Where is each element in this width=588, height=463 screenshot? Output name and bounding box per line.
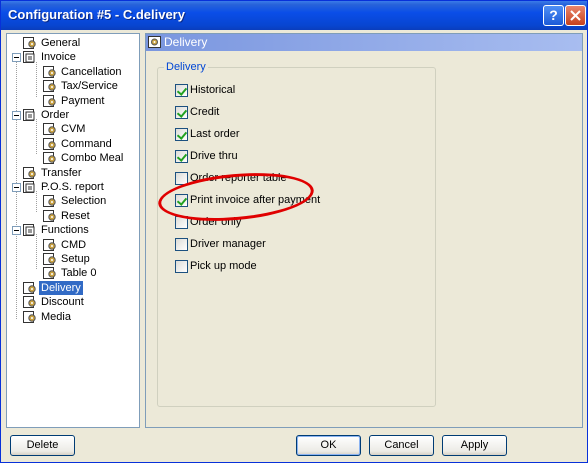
gear-page-icon [43, 267, 57, 280]
tree-item-label: Transfer [41, 166, 82, 179]
gear-page-icon [43, 152, 57, 165]
panel-header: Delivery [146, 34, 582, 51]
checkbox[interactable] [175, 216, 188, 229]
apply-button[interactable]: Apply [442, 435, 507, 456]
checkbox-label: Driver manager [190, 238, 266, 250]
tree-collapse-toggle[interactable] [12, 183, 21, 192]
gear-page-icon [43, 94, 57, 107]
tree-item-label: Combo Meal [61, 152, 124, 165]
checkbox-label: Order only [190, 216, 242, 228]
tree-item-label: Order [41, 109, 70, 121]
gear-page-icon [148, 36, 161, 51]
gear-page-icon [43, 80, 57, 93]
folder-page-icon [23, 109, 37, 121]
checkbox-label: Drive thru [190, 150, 238, 162]
tree-item-label: Functions [41, 224, 89, 237]
checkbox[interactable] [175, 84, 188, 97]
checkbox-label: Last order [190, 128, 240, 140]
tree-item-label: CMD [61, 238, 87, 251]
checkbox-label: Historical [190, 84, 236, 96]
gear-page-icon [23, 310, 37, 323]
gear-page-icon [43, 123, 57, 136]
title-bar[interactable]: Configuration #5 - C.delivery ? [1, 1, 587, 30]
tree-item-label: Reset [61, 209, 90, 222]
window-title: Configuration #5 - C.delivery [8, 7, 185, 22]
tree-item-label: Tax/Service [61, 80, 118, 93]
settings-panel: Delivery Delivery Historical Credit Last o… [145, 33, 583, 428]
tree-item-label: General [41, 37, 81, 49]
configuration-dialog: Configuration #5 - C.delivery ? General I… [0, 0, 588, 463]
tree-connector [36, 119, 37, 154]
tree-item-label: Selection [61, 195, 107, 208]
checkbox[interactable] [175, 172, 188, 185]
tree-connector [36, 191, 37, 212]
close-icon [570, 10, 581, 21]
gear-page-icon [23, 166, 37, 179]
gear-page-icon [43, 209, 57, 222]
checkbox[interactable] [175, 106, 188, 119]
tree-collapse-toggle[interactable] [12, 111, 21, 120]
tree-item-label: CVM [61, 123, 86, 136]
tree-collapse-toggle[interactable] [12, 53, 21, 63]
folder-page-icon [23, 51, 37, 64]
tree-item-label: Invoice [41, 51, 76, 64]
panel-title: Delivery [164, 35, 208, 49]
ok-button[interactable]: OK [296, 435, 361, 456]
tree-collapse-toggle[interactable] [12, 226, 21, 236]
checkbox[interactable] [175, 194, 188, 207]
tree-item-label: Delivery [39, 280, 83, 295]
gear-page-icon [43, 253, 57, 265]
folder-page-icon [23, 181, 37, 193]
tree-item-label: Cancellation [61, 65, 122, 78]
tree-item-label: Table 0 [61, 267, 97, 280]
gear-page-icon [43, 195, 57, 208]
tree-item-label: Command [61, 137, 112, 150]
checkbox-label: Pick up mode [190, 260, 257, 272]
tree-connector [36, 62, 37, 97]
gear-page-icon [23, 296, 37, 309]
checkbox[interactable] [175, 260, 188, 273]
navigation-tree[interactable]: General Invoice Cancellation Tax/Service Pay… [6, 33, 140, 428]
tree-item-label: Setup [61, 253, 90, 265]
tree-item-label: P.O.S. report [41, 181, 104, 193]
tree-item-label: Payment [61, 94, 105, 107]
checkbox-label: Print invoice after payment [190, 194, 321, 206]
checkbox[interactable] [175, 128, 188, 141]
tree-item-label: Media [41, 310, 71, 323]
checkbox-label: Credit [190, 106, 220, 118]
groupbox-label: Delivery [164, 61, 208, 73]
folder-page-icon [23, 224, 37, 237]
gear-page-icon [43, 137, 57, 150]
checkbox[interactable] [175, 238, 188, 251]
checkbox-label: Order reporter table [190, 172, 287, 184]
close-button[interactable] [565, 5, 586, 26]
gear-page-icon [23, 281, 37, 294]
tree-connector [36, 234, 37, 269]
cancel-button[interactable]: Cancel [369, 435, 434, 456]
gear-page-icon [23, 37, 37, 49]
checkbox[interactable] [175, 150, 188, 163]
help-button[interactable]: ? [543, 5, 564, 26]
tree-item-label: Discount [41, 296, 84, 309]
gear-page-icon [43, 238, 57, 251]
gear-page-icon [43, 65, 57, 78]
delete-button[interactable]: Delete [10, 435, 75, 456]
